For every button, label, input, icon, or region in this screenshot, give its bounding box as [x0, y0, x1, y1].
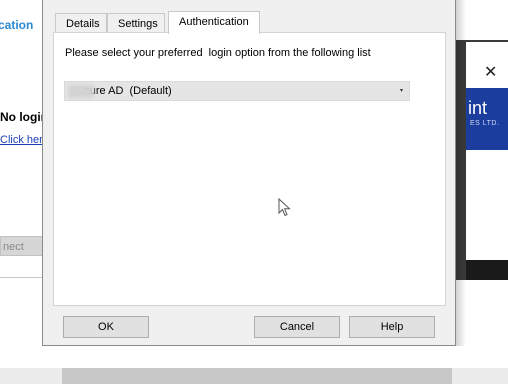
connect-button[interactable]: nect — [0, 236, 46, 256]
chevron-down-icon: ▾ — [399, 88, 403, 94]
redacted-blur — [68, 85, 94, 98]
background-window-footer — [466, 260, 508, 280]
background-title: cation — [0, 18, 34, 32]
help-button[interactable]: Help — [349, 316, 435, 338]
authentication-panel: Please select your preferred login optio… — [53, 32, 446, 306]
brand-logo-subtext: ES LTD. — [470, 120, 500, 127]
brand-logo-text: int — [468, 98, 488, 118]
tab-details[interactable]: Details — [55, 13, 107, 33]
mouse-cursor-icon — [278, 198, 291, 217]
properties-dialog: Details Settings Authentication Please s… — [42, 0, 456, 346]
instruction-text: Please select your preferred login optio… — [65, 47, 371, 59]
no-login-label: No login — [0, 110, 48, 124]
cancel-button[interactable]: Cancel — [254, 316, 340, 338]
login-option-select[interactable]: zure AD (Default) ▾ — [64, 81, 410, 101]
tab-authentication[interactable]: Authentication — [168, 11, 260, 34]
tab-settings[interactable]: Settings — [107, 13, 165, 33]
divider — [0, 277, 46, 278]
ok-button[interactable]: OK — [63, 316, 149, 338]
close-icon[interactable]: ✕ — [484, 62, 497, 82]
bottom-scrollbar[interactable] — [62, 368, 452, 384]
dialog-shadow — [456, 0, 466, 346]
